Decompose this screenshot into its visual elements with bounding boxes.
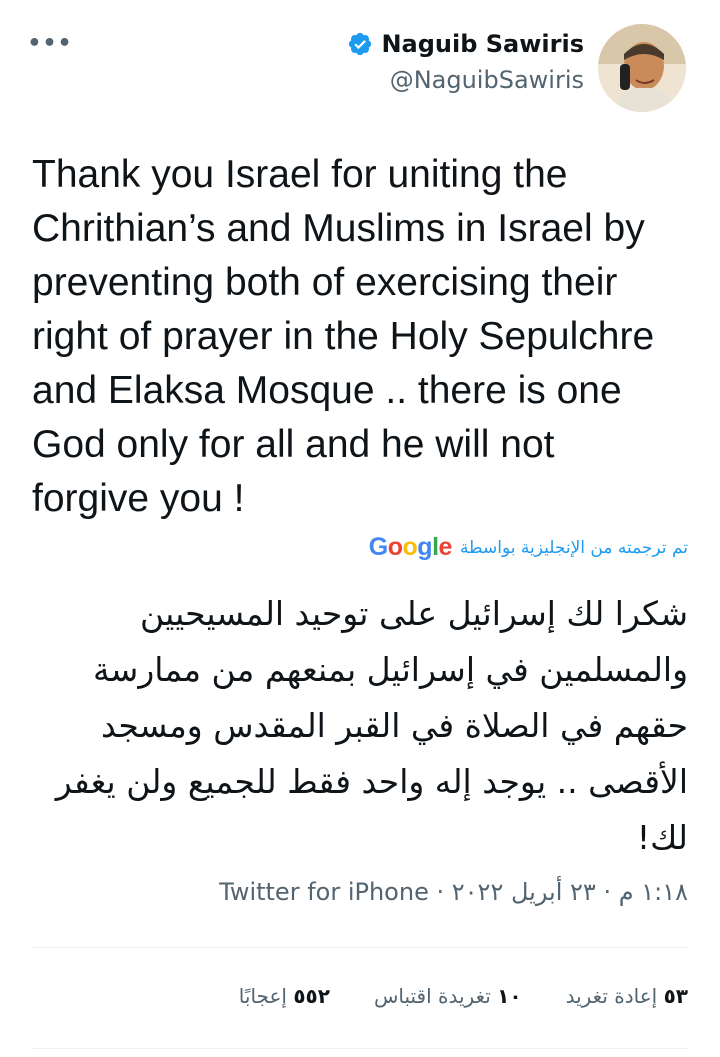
- more-horizontal-icon: •••: [27, 31, 73, 56]
- verified-badge-icon: [347, 31, 373, 57]
- author-display-name[interactable]: Naguib Sawiris: [381, 30, 584, 58]
- divider: [32, 947, 688, 948]
- author-names: Naguib Sawiris @NaguibSawiris: [347, 24, 584, 94]
- quotes-count: ١٠: [497, 984, 522, 1008]
- tweet-text: Thank you Israel for uniting the Chrithi…: [32, 153, 655, 520]
- meta-separator: ·: [436, 878, 445, 906]
- more-options-button[interactable]: •••: [27, 30, 73, 70]
- quotes-stat[interactable]: ١٠ تغريدة اقتباس: [374, 984, 522, 1008]
- tweet-meta: ١:١٨ م · ٢٣ أبريل ٢٠٢٢ · Twitter for iPh…: [219, 878, 688, 906]
- translated-text: شكرا لك إسرائيل على توحيد المسيحيين والم…: [55, 594, 688, 857]
- tweet-time[interactable]: ١:١٨ م: [619, 878, 688, 906]
- tweet-date[interactable]: ٢٣ أبريل ٢٠٢٢: [452, 878, 596, 906]
- divider: [32, 1048, 688, 1049]
- avatar-image: [598, 24, 686, 112]
- tweet-header: ••• Naguib Sawiris @NaguibSawiris: [0, 0, 720, 130]
- retweets-stat[interactable]: ٥٣ إعادة تغريد: [566, 984, 688, 1008]
- meta-separator: ·: [603, 878, 612, 906]
- google-logo: Google: [368, 533, 453, 561]
- tweet-stats: ٥٣ إعادة تغريد ١٠ تغريدة اقتباس ٥٥٢ إعجا…: [239, 984, 688, 1008]
- author-block[interactable]: Naguib Sawiris @NaguibSawiris: [347, 24, 686, 112]
- likes-label: إعجابًا: [238, 984, 287, 1008]
- avatar[interactable]: [598, 24, 686, 112]
- retweets-count: ٥٣: [663, 984, 688, 1008]
- name-row: Naguib Sawiris: [347, 30, 584, 58]
- quotes-label: تغريدة اقتباس: [373, 984, 491, 1008]
- likes-stat[interactable]: ٥٥٢ إعجابًا: [239, 984, 330, 1008]
- likes-count: ٥٥٢: [293, 984, 330, 1008]
- translated-by-label[interactable]: تم ترجمته من الإنجليزية بواسطة: [460, 538, 688, 558]
- retweets-label: إعادة تغريد: [565, 984, 658, 1008]
- translation-attribution[interactable]: تم ترجمته من الإنجليزية بواسطة Google: [369, 533, 688, 562]
- author-handle[interactable]: @NaguibSawiris: [347, 66, 584, 94]
- tweet-source[interactable]: Twitter for iPhone: [219, 878, 429, 906]
